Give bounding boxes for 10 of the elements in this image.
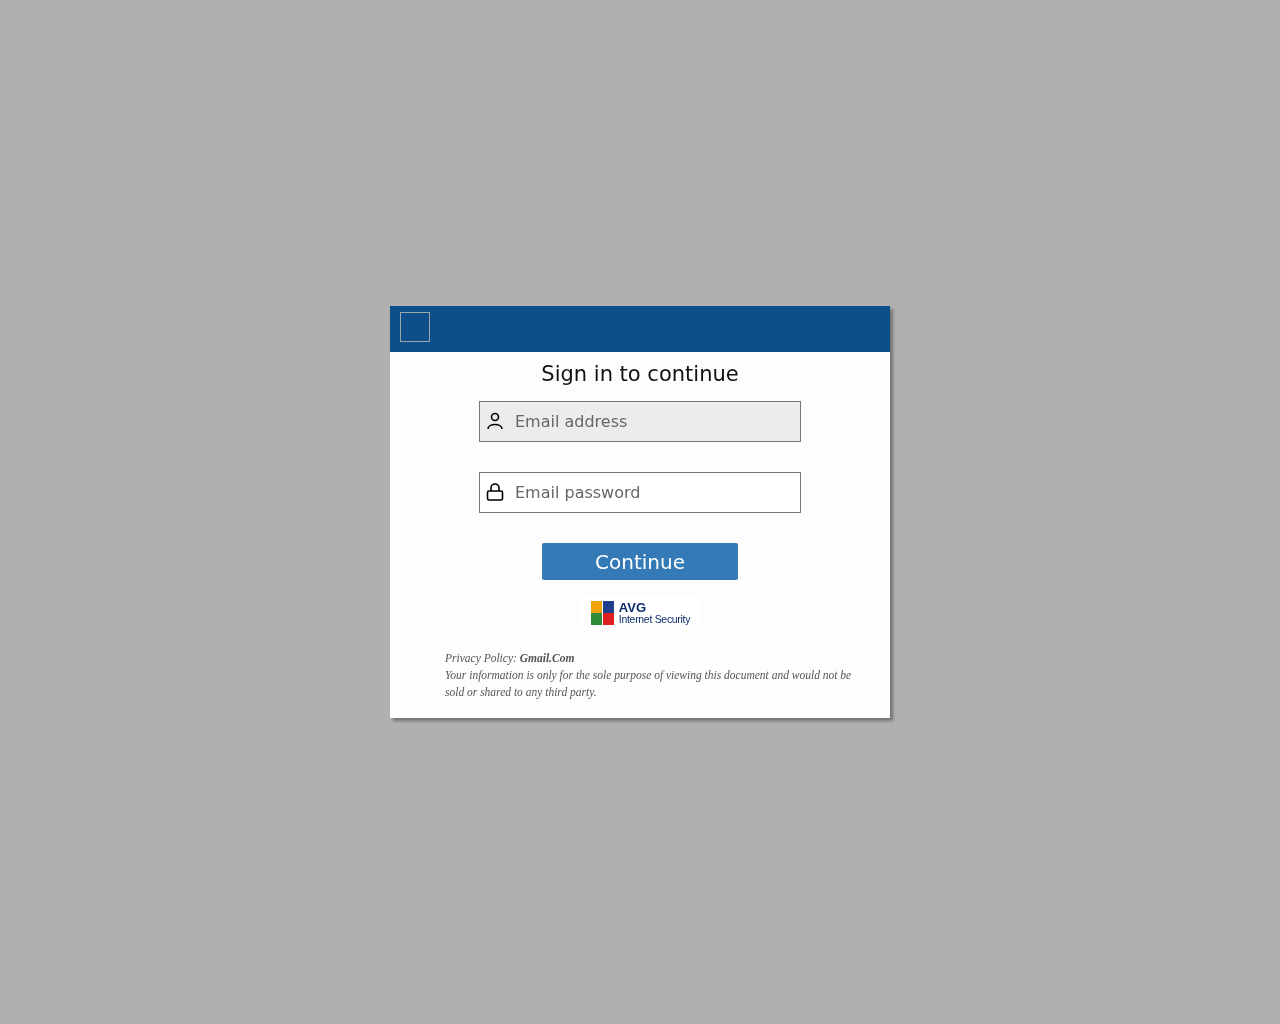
logo-icon [589, 600, 616, 626]
continue-button[interactable]: Continue [542, 543, 738, 580]
dialog-title: Sign in to continue [541, 362, 739, 386]
privacy-policy: Privacy Policy: Gmail.Com [445, 652, 576, 664]
input-field[interactable]: Email address [479, 401, 801, 442]
privacy-note: Your information is only for the sole purpose of viewing this document and would not be sold or shared to any third party. [445, 668, 853, 701]
input-field[interactable]: Email password [479, 472, 801, 513]
brand-name: AVG [618, 600, 648, 615]
image-placeholder [400, 312, 430, 342]
product-name: Internet Security [618, 614, 691, 626]
